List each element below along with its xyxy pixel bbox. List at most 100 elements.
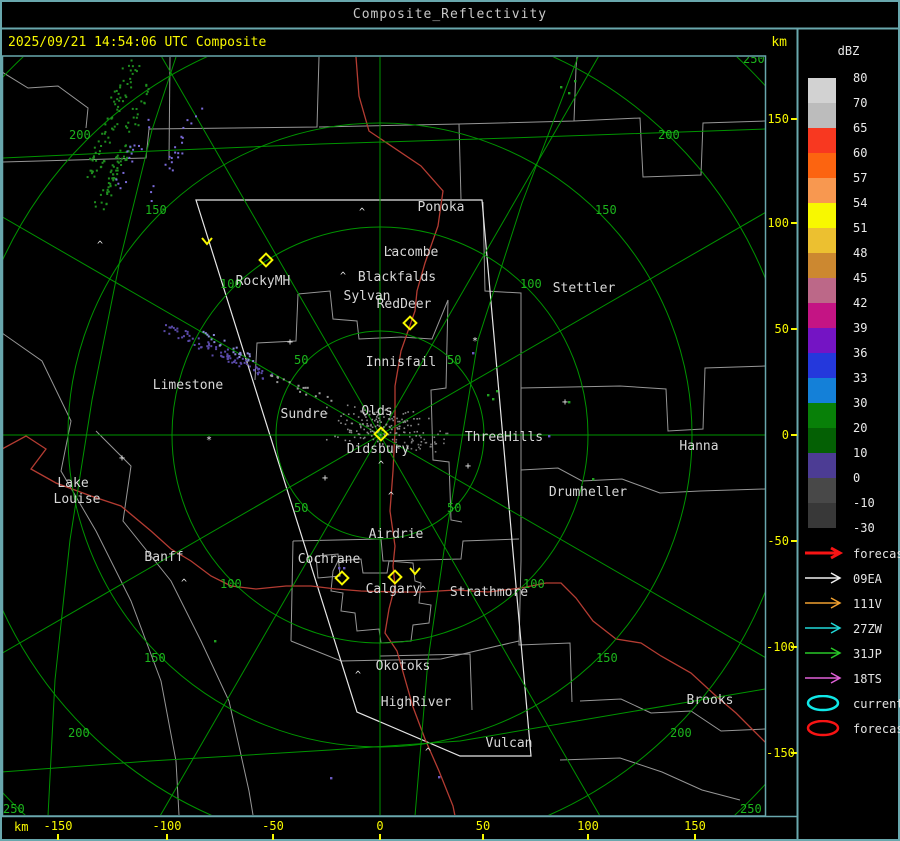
echo-pixel — [239, 361, 242, 364]
colorbar-value-label: 54 — [853, 196, 868, 210]
obs-point-marker: * — [206, 435, 212, 446]
echo-pixel — [128, 156, 131, 159]
echo-pixel — [271, 375, 274, 378]
echo-pixel — [396, 417, 398, 420]
echo-pixel — [404, 412, 407, 414]
echo-pixel — [120, 157, 123, 160]
echo-pixel — [261, 370, 264, 373]
echo-pixel — [404, 421, 407, 423]
place-label: Stettler — [553, 281, 616, 296]
echo-pixel — [340, 415, 342, 417]
echo-pixel — [117, 92, 120, 95]
echo-pixel — [380, 421, 382, 423]
echo-pixel — [107, 177, 110, 180]
echo-pixel — [330, 399, 333, 402]
obs-point-marker: ^ — [355, 670, 361, 681]
echo-pixel — [127, 121, 130, 124]
obs-point-marker: ^ — [425, 747, 431, 758]
place-label: Sundre — [281, 407, 328, 422]
colorbar-swatch — [808, 453, 836, 478]
echo-pixel — [207, 347, 210, 350]
echo-pixel — [118, 99, 121, 102]
bottom-axis-tick — [166, 834, 168, 840]
echo-pixel — [177, 152, 180, 155]
echo-pixel — [104, 140, 107, 143]
echo-pixel — [172, 326, 175, 329]
echo-pixel — [199, 346, 202, 349]
echo-pixel — [208, 344, 211, 347]
echo-pixel — [181, 141, 184, 144]
legend-row: forecast — [797, 720, 900, 738]
echo-pixel — [120, 163, 123, 166]
echo-pixel — [238, 365, 241, 368]
echo-pixel — [238, 356, 241, 359]
echo-pixel — [177, 337, 180, 340]
echo-pixel — [390, 424, 393, 427]
echo-pixel — [214, 640, 217, 643]
colorbar-swatch — [808, 178, 836, 203]
echo-pixel — [114, 103, 117, 106]
place-label: Innisfail — [366, 355, 436, 370]
echo-pixel — [344, 439, 347, 442]
echo-pixel — [121, 67, 124, 70]
echo-pixel — [168, 332, 171, 335]
echo-pixel — [117, 157, 120, 160]
radar-map[interactable]: 5010015020050100150200250501001502002505… — [0, 0, 900, 841]
echo-pixel — [391, 438, 394, 441]
echo-pixel — [112, 173, 115, 176]
echo-pixel — [127, 64, 130, 67]
bottom-axis-tick-label: 0 — [376, 819, 384, 833]
bottom-axis: km -150 -100 -50 0 50 100 150 — [0, 816, 797, 841]
echo-pixel — [114, 184, 117, 187]
place-label: Banff — [144, 550, 183, 565]
echo-pixel — [338, 567, 341, 570]
echo-pixel — [119, 84, 122, 87]
legend-label: current — [853, 697, 900, 711]
echo-pixel — [398, 427, 401, 430]
echo-pixel — [117, 105, 120, 108]
bottom-axis-tick — [482, 834, 484, 840]
echo-pixel — [206, 345, 209, 348]
echo-pixel — [371, 430, 374, 433]
legend-label: 111V — [853, 597, 882, 611]
echo-pixel — [306, 386, 309, 389]
echo-pixel — [140, 148, 143, 151]
right-axis-tick-label: -50 — [767, 534, 789, 548]
echo-pixel — [100, 165, 103, 168]
echo-pixel — [407, 411, 409, 413]
echo-pixel — [188, 334, 191, 337]
bottom-axis-tick-label: -50 — [262, 819, 284, 833]
echo-pixel — [109, 185, 112, 188]
echo-pixel — [472, 352, 475, 355]
legend-row: 18TS — [797, 670, 900, 688]
colorbar-value-label: 48 — [853, 246, 868, 260]
echo-pixel — [94, 201, 97, 204]
echo-pixel — [226, 357, 229, 360]
echo-pixel — [229, 357, 232, 360]
position-ellipse-icon — [806, 695, 840, 712]
echo-pixel — [226, 348, 229, 351]
echo-pixel — [350, 422, 353, 425]
echo-pixel — [107, 186, 110, 189]
colorbar-value-label: 0 — [853, 471, 861, 485]
echo-pixel — [391, 428, 393, 431]
echo-pixel — [95, 159, 98, 162]
colorbar-swatch — [808, 303, 836, 328]
bottom-axis-tick — [694, 834, 696, 840]
echo-pixel — [207, 341, 210, 344]
echo-pixel — [129, 145, 132, 148]
echo-pixel — [376, 420, 379, 423]
echo-pixel — [439, 430, 441, 433]
echo-pixel — [402, 421, 405, 424]
place-label: Limestone — [153, 378, 224, 393]
echo-pixel — [410, 441, 413, 444]
ring-distance-label: 100 — [220, 577, 242, 591]
echo-pixel — [201, 107, 204, 110]
echo-pixel — [193, 343, 196, 346]
echo-pixel — [406, 420, 409, 422]
echo-pixel — [116, 98, 119, 101]
track-arrow-icon — [805, 672, 842, 684]
place-label: Strathmore — [450, 585, 528, 600]
echo-pixel — [417, 443, 420, 446]
colorbar-value-label: 20 — [853, 421, 868, 435]
